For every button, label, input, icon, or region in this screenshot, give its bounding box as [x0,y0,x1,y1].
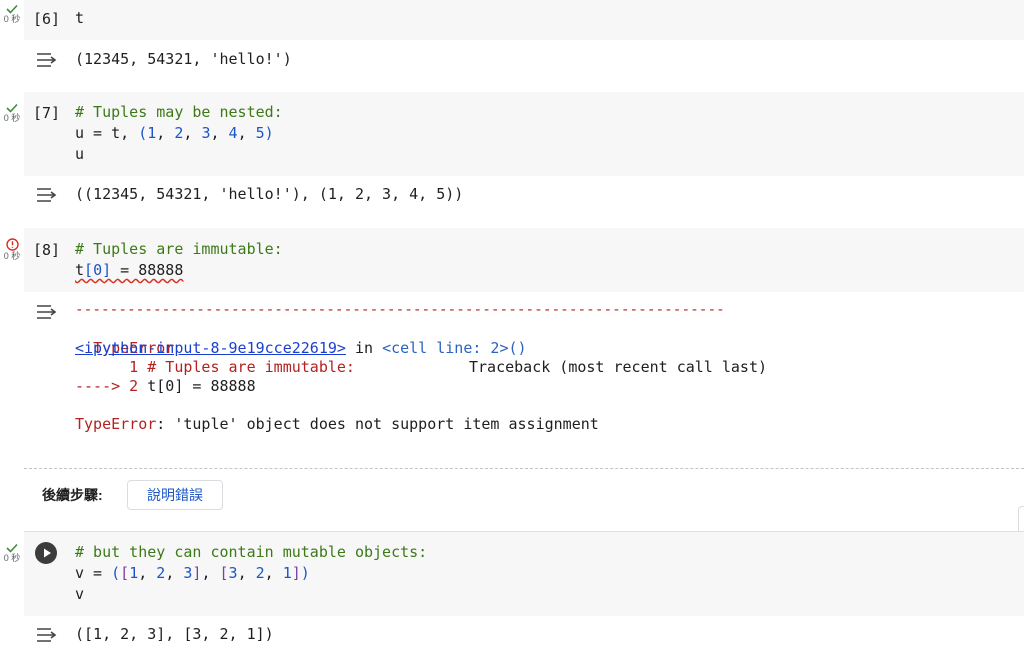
check-icon [6,543,18,553]
divider [24,468,1024,469]
cell-duration: 0 秒 [3,113,21,123]
play-icon [44,548,51,558]
traceback-location: <ipython-input-8-9e19cce22619> in <cell … [75,339,527,357]
traceback-title: Traceback (most recent call last) [468,358,767,376]
cell-9-status: 0 秒 [0,543,24,563]
check-icon [6,103,18,113]
cell-6-status: 0 秒 [0,4,24,24]
cell-duration: 0 秒 [3,14,21,24]
traceback-line-2: ----> 2 t[0] = 88888 [75,377,256,395]
error-message: TypeError: 'tuple' object does not suppo… [75,415,599,433]
error-icon [5,238,19,251]
execution-count: [6] [33,10,61,28]
output-toggle-icon[interactable] [35,51,59,69]
output-toggle-icon[interactable] [35,186,59,204]
code-line[interactable]: t[0] = 88888 [75,260,183,281]
cell-duration: 0 秒 [3,251,21,261]
file-link[interactable]: <ipython-input-8-9e19cce22619> [75,339,346,357]
comment: # Tuples are immutable: [75,240,283,258]
cell-8-status: 0 秒 [0,238,24,261]
code-line[interactable]: v = ([1, 2, 3], [3, 2, 1]) [75,563,310,584]
output-toggle-icon[interactable] [35,303,59,321]
run-cell-button[interactable] [35,542,57,564]
cell-duration: 0 秒 [3,553,21,563]
code-line[interactable]: # Tuples may be nested: [75,102,283,123]
comment: # Tuples may be nested: [75,103,283,121]
execution-count: [7] [33,104,61,122]
code-line[interactable]: t [75,8,84,29]
traceback-rule: ----------------------------------------… [75,302,725,318]
code-line[interactable]: u [75,144,84,165]
cell-output: ([1, 2, 3], [3, 2, 1]) [75,625,274,643]
cell-7-status: 0 秒 [0,103,24,123]
code-line[interactable]: v [75,584,84,605]
cell-line-link[interactable]: <cell line: 2>() [382,339,527,357]
next-steps-label: 後續步驟: [42,487,103,503]
cell-output: (12345, 54321, 'hello!') [75,50,292,68]
traceback-line-1: 1 # Tuples are immutable: [75,358,355,376]
code-cell-6[interactable] [24,0,1024,40]
output-toggle-icon[interactable] [35,626,59,644]
code-line[interactable]: # but they can contain mutable objects: [75,542,427,563]
cell-output: ((12345, 54321, 'hello!'), (1, 2, 3, 4, … [75,185,464,203]
comment: # but they can contain mutable objects: [75,543,428,561]
code-line[interactable]: # Tuples are immutable: [75,239,283,260]
check-icon [6,4,18,14]
execution-count: [8] [33,241,61,259]
explain-error-button[interactable]: 說明錯誤 [127,480,223,510]
code-line[interactable]: u = t, (1, 2, 3, 4, 5) [75,123,274,144]
